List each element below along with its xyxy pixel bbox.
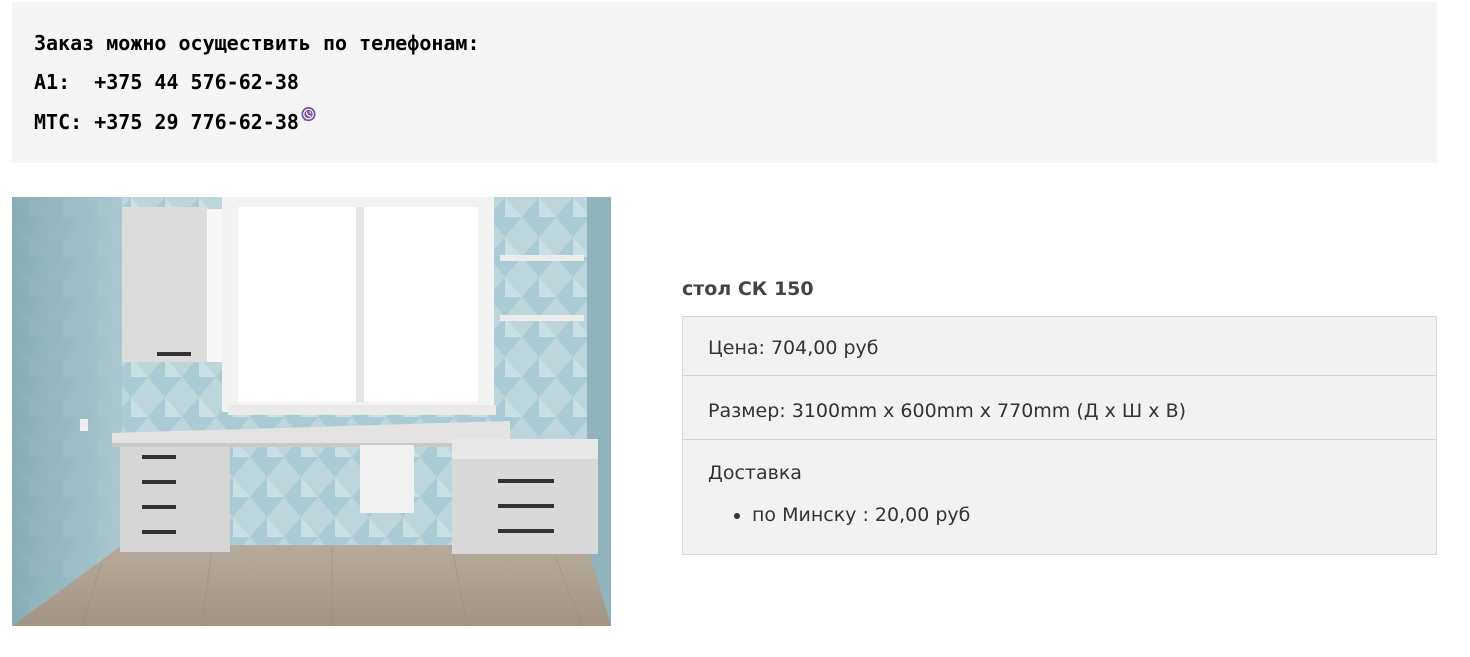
- delivery-label: Доставка: [708, 462, 802, 484]
- price-row: Цена: 704,00 руб: [683, 317, 1436, 376]
- size-row: Размер: 3100mm x 600mm x 770mm (Д х Ш х …: [683, 376, 1436, 440]
- phone-mts-row: МТС: +375 29 776-62-38: [34, 106, 1437, 145]
- viber-icon[interactable]: [300, 106, 317, 123]
- delivery-item-minsk: по Минску : 20,00 руб: [752, 504, 1411, 526]
- phone-mts[interactable]: МТС: +375 29 776-62-38: [34, 110, 299, 134]
- product-title: стол СК 150: [682, 278, 814, 300]
- phone-a1[interactable]: А1: +375 44 576-62-38: [34, 67, 1437, 106]
- product-photo-image: [12, 197, 611, 626]
- delivery-list: по Минску : 20,00 руб: [708, 504, 1411, 526]
- product-photo[interactable]: [12, 197, 611, 626]
- contacts-heading: Заказ можно осуществить по телефонам:: [34, 31, 480, 55]
- order-contacts-box: Заказ можно осуществить по телефонам: А1…: [12, 2, 1437, 163]
- delivery-row: Доставка по Минску : 20,00 руб: [683, 440, 1436, 554]
- product-info-table: Цена: 704,00 руб Размер: 3100mm x 600mm …: [682, 316, 1437, 555]
